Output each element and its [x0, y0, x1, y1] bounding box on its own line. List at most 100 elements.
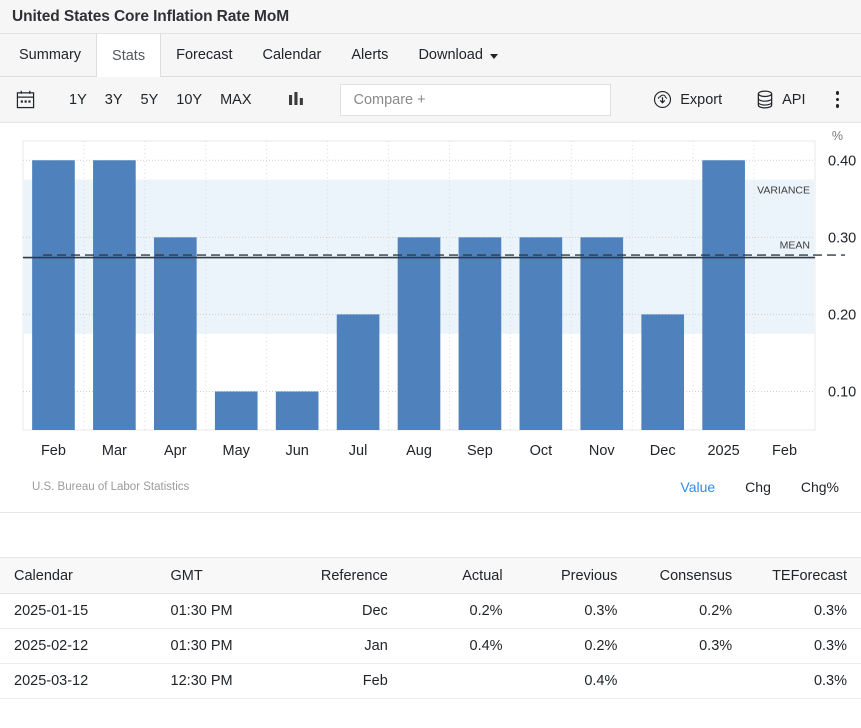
- tab-bar: Summary Stats Forecast Calendar Alerts D…: [0, 34, 861, 77]
- api-button[interactable]: API: [750, 86, 811, 113]
- cell-consensus: 0.2%: [631, 594, 746, 629]
- y-axis-tick-label: 0.30: [828, 230, 856, 246]
- bar-Jun[interactable]: [276, 391, 319, 430]
- bar-Oct[interactable]: [520, 237, 563, 430]
- x-axis-tick-label: Jul: [349, 443, 368, 459]
- page-header: United States Core Inflation Rate MoM: [0, 0, 861, 34]
- chart-footer: U.S. Bureau of Labor Statistics Value Ch…: [0, 479, 861, 495]
- column-header-consensus[interactable]: Consensus: [631, 558, 746, 594]
- cell-actual: 0.2%: [402, 594, 517, 629]
- more-options-button[interactable]: [828, 87, 848, 112]
- bar-May[interactable]: [215, 391, 258, 430]
- column-header-teforecast[interactable]: TEForecast: [746, 558, 861, 594]
- content-gap: [0, 513, 861, 557]
- cell-gmt: 01:30 PM: [157, 629, 277, 664]
- cell-teforecast: 0.3%: [746, 629, 861, 664]
- series-toggle-chg[interactable]: Chg: [745, 479, 771, 495]
- bar-Sep[interactable]: [459, 237, 502, 430]
- tab-summary[interactable]: Summary: [4, 34, 96, 76]
- range-button-10y[interactable]: 10Y: [168, 88, 210, 112]
- x-axis-tick-label: 2025: [707, 443, 739, 459]
- tab-label: Calendar: [263, 47, 322, 63]
- y-axis-tick-label: 0.20: [828, 307, 856, 323]
- column-header-actual[interactable]: Actual: [402, 558, 517, 594]
- chart-toolbar: 1Y 3Y 5Y 10Y MAX Export API: [0, 77, 861, 123]
- cell-previous: 0.2%: [517, 629, 632, 664]
- bar-Apr[interactable]: [154, 237, 197, 430]
- cell-consensus: [631, 664, 746, 699]
- cell-previous: 0.4%: [517, 664, 632, 699]
- table-header-row: Calendar GMT Reference Actual Previous C…: [0, 558, 861, 594]
- chart-unit-label: %: [832, 129, 843, 143]
- compare-input[interactable]: [340, 84, 611, 116]
- tab-calendar[interactable]: Calendar: [248, 34, 337, 76]
- cell-consensus: 0.3%: [631, 629, 746, 664]
- series-toggle-value[interactable]: Value: [680, 479, 715, 495]
- tab-download[interactable]: Download: [403, 34, 513, 76]
- kebab-menu-icon: [836, 98, 840, 102]
- tab-label: Forecast: [176, 47, 232, 63]
- column-header-calendar[interactable]: Calendar: [0, 558, 157, 594]
- x-axis-tick-label: Feb: [772, 443, 797, 459]
- range-button-max[interactable]: MAX: [212, 88, 259, 112]
- cell-previous: 0.3%: [517, 594, 632, 629]
- cell-reference: Jan: [277, 629, 402, 664]
- bar-Mar[interactable]: [93, 160, 136, 430]
- table-row[interactable]: 2025-03-12 12:30 PM Feb 0.4% 0.3%: [0, 664, 861, 699]
- tab-stats[interactable]: Stats: [96, 34, 161, 77]
- range-button-1y[interactable]: 1Y: [61, 88, 95, 112]
- bar-Nov[interactable]: [580, 237, 623, 430]
- export-button[interactable]: Export: [647, 86, 728, 113]
- mean-annotation: MEAN: [780, 240, 810, 252]
- range-button-3y[interactable]: 3Y: [97, 88, 131, 112]
- bar-Aug[interactable]: [398, 237, 441, 430]
- bar-Jul[interactable]: [337, 314, 380, 430]
- y-axis-tick-label: 0.40: [828, 153, 856, 169]
- cell-reference: Feb: [277, 664, 402, 699]
- x-axis-tick-label: Nov: [589, 443, 616, 459]
- bar-Feb[interactable]: [32, 160, 75, 430]
- inflation-bar-chart[interactable]: 0.100.200.300.40VARIANCEMEANFebMarAprMay…: [0, 123, 861, 473]
- tab-alerts[interactable]: Alerts: [336, 34, 403, 76]
- x-axis-tick-label: Jun: [285, 443, 308, 459]
- cell-gmt: 01:30 PM: [157, 594, 277, 629]
- x-axis-tick-label: Mar: [102, 443, 127, 459]
- column-header-reference[interactable]: Reference: [277, 558, 402, 594]
- cell-calendar: 2025-01-15: [0, 594, 157, 629]
- chevron-down-icon: [490, 54, 498, 59]
- table-body: 2025-01-15 01:30 PM Dec 0.2% 0.3% 0.2% 0…: [0, 594, 861, 699]
- calendar-events-table: Calendar GMT Reference Actual Previous C…: [0, 557, 861, 699]
- table-header: Calendar GMT Reference Actual Previous C…: [0, 558, 861, 594]
- cell-actual: [402, 664, 517, 699]
- range-selector: 1Y 3Y 5Y 10Y MAX: [61, 88, 259, 112]
- cell-reference: Dec: [277, 594, 402, 629]
- range-button-5y[interactable]: 5Y: [133, 88, 167, 112]
- column-header-gmt[interactable]: GMT: [157, 558, 277, 594]
- cell-actual: 0.4%: [402, 629, 517, 664]
- bar-Dec[interactable]: [641, 314, 684, 430]
- table-row[interactable]: 2025-01-15 01:30 PM Dec 0.2% 0.3% 0.2% 0…: [0, 594, 861, 629]
- x-axis-tick-label: Aug: [406, 443, 432, 459]
- bar-chart-icon: [287, 91, 306, 108]
- tab-label: Alerts: [351, 47, 388, 63]
- api-label: API: [782, 92, 805, 108]
- calendar-range-button[interactable]: [16, 86, 41, 113]
- x-axis-tick-label: Feb: [41, 443, 66, 459]
- cloud-download-icon: [653, 90, 672, 109]
- x-axis-tick-label: Apr: [164, 443, 187, 459]
- kebab-menu-icon: [836, 91, 840, 95]
- page-title: United States Core Inflation Rate MoM: [12, 8, 289, 26]
- table-row[interactable]: 2025-02-12 01:30 PM Jan 0.4% 0.2% 0.3% 0…: [0, 629, 861, 664]
- bar-2025[interactable]: [702, 160, 745, 430]
- variance-annotation: VARIANCE: [757, 185, 810, 197]
- kebab-menu-icon: [836, 104, 840, 108]
- chart-type-button[interactable]: [281, 87, 312, 112]
- cell-teforecast: 0.3%: [746, 594, 861, 629]
- x-axis-tick-label: Oct: [530, 443, 553, 459]
- tab-forecast[interactable]: Forecast: [161, 34, 247, 76]
- series-toggle-chgpct[interactable]: Chg%: [801, 479, 839, 495]
- column-header-previous[interactable]: Previous: [517, 558, 632, 594]
- export-label: Export: [680, 92, 722, 108]
- cell-calendar: 2025-02-12: [0, 629, 157, 664]
- x-axis-tick-label: May: [223, 443, 251, 459]
